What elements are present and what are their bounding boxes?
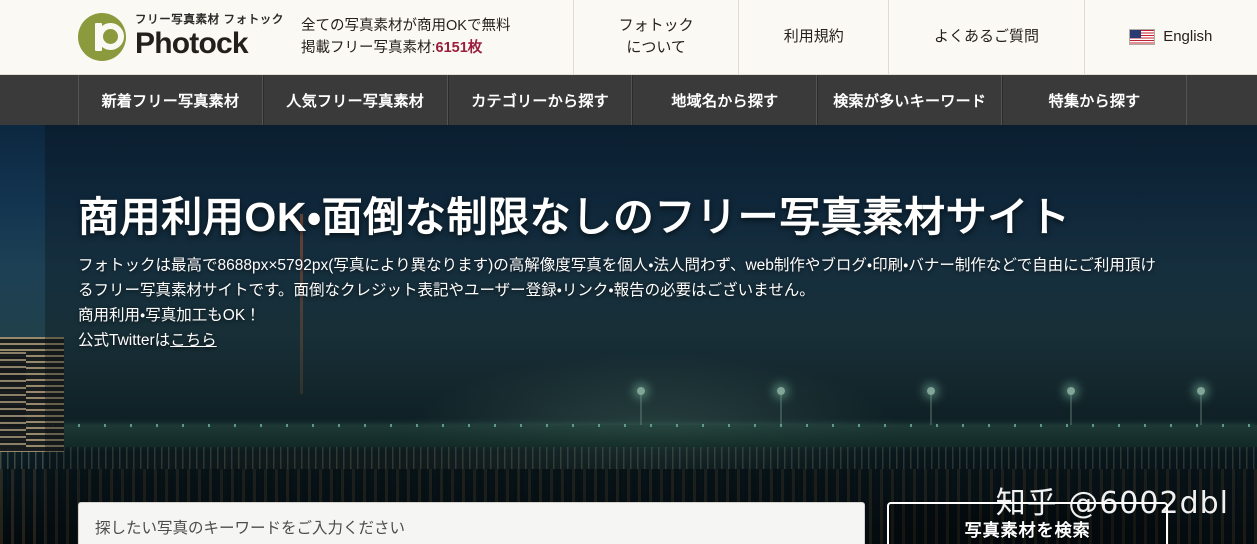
nav-about[interactable]: フォトック について xyxy=(574,0,740,74)
us-flag-icon xyxy=(1129,29,1156,45)
nav-item-keywords[interactable]: 検索が多いキーワード xyxy=(817,75,1003,125)
nav-item-features[interactable]: 特集から探す xyxy=(1002,75,1187,125)
building-decor-2 xyxy=(0,352,26,448)
header-tagline: 全ての写真素材が商用OKで無料 掲載フリー写真素材:6151枚 xyxy=(296,0,574,74)
logo-wordmark: Photock xyxy=(135,27,249,61)
twitter-link[interactable]: こちら xyxy=(170,332,217,349)
nav-item-region[interactable]: 地域名から探す xyxy=(632,75,818,125)
tagline-line-2: 掲載フリー写真素材:6151枚 xyxy=(301,37,573,59)
photock-p-logo-icon xyxy=(78,13,126,61)
nav-about-label: フォトック について xyxy=(618,17,694,56)
nav-item-category[interactable]: カテゴリーから探す xyxy=(447,75,633,125)
hero-desc-line-4: 公式Twitterはこちら xyxy=(78,332,217,349)
nav-item-popular[interactable]: 人気フリー写真素材 xyxy=(262,75,448,125)
logo-kana: フリー写真素材 フォトック xyxy=(135,14,284,27)
nav-terms-label: 利用規約 xyxy=(783,28,844,46)
nav-english[interactable]: English xyxy=(1085,0,1257,74)
nav-faq[interactable]: よくあるご質問 xyxy=(889,0,1085,74)
site-logo[interactable]: フリー写真素材 フォトック Photock xyxy=(0,0,296,74)
nav-faq-label: よくあるご質問 xyxy=(934,28,1040,46)
tagline-line-1: 全ての写真素材が商用OKで無料 xyxy=(301,17,511,34)
search-input[interactable] xyxy=(78,502,866,544)
nav-item-new[interactable]: 新着フリー写真素材 xyxy=(78,75,263,125)
nav-terms[interactable]: 利用規約 xyxy=(739,0,890,74)
twitter-text: 公式Twitterは xyxy=(78,332,171,349)
tagline-prefix: 掲載フリー写真素材: xyxy=(301,40,436,56)
main-nav: 新着フリー写真素材 人気フリー写真素材 カテゴリーから探す 地域名から探す 検索… xyxy=(0,75,1257,125)
hero-description: フォトックは最高で8688px×5792px(写真により異なります)の高解像度写… xyxy=(78,253,1168,353)
logo-text: フリー写真素材 フォトック Photock xyxy=(135,14,284,59)
hero-desc-line-1: フォトックは最高で8688px×5792px(写真により異なります)の高解像度写… xyxy=(78,257,1064,274)
hero-title: 商用利用OK・面倒な制限なしのフリー写真素材サイト xyxy=(78,194,1071,240)
hero-desc-line-3: 商用利用・写真加工もOK！ xyxy=(78,307,261,324)
top-header: フリー写真素材 フォトック Photock 全ての写真素材が商用OKで無料 掲載… xyxy=(0,0,1257,75)
photo-count: 6151枚 xyxy=(435,40,483,56)
hero-section: 商用利用OK・面倒な制限なしのフリー写真素材サイト フォトックは最高で8688p… xyxy=(0,125,1257,544)
watermark: 知乎 @6002dbl xyxy=(995,486,1229,521)
nav-english-label: English xyxy=(1163,28,1213,46)
